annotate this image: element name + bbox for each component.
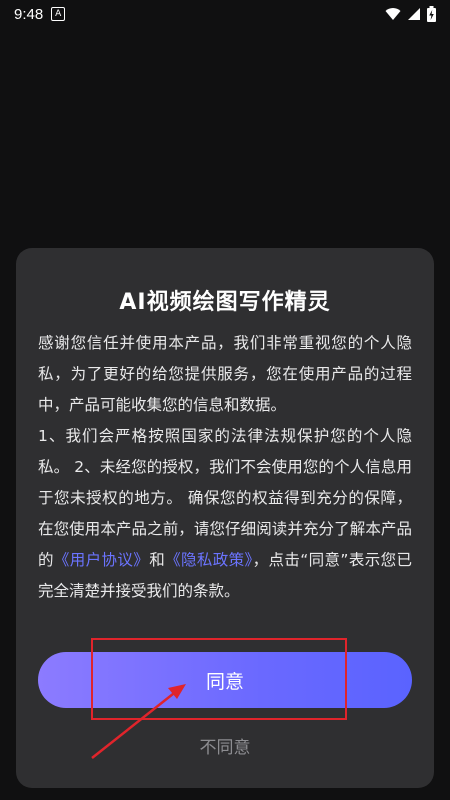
terms-text: 1、我们会严格按照国家的法律法规保护您的个人隐私。 2、未经您的授权，我们不会使…	[38, 427, 412, 569]
status-right	[385, 6, 436, 22]
and-text: 和	[149, 551, 166, 569]
user-agreement-link[interactable]: 《用户协议》	[54, 551, 149, 569]
status-bar: 9:48 A	[0, 0, 450, 28]
status-left: 9:48 A	[14, 5, 66, 23]
agree-button[interactable]: 同意	[38, 652, 412, 708]
wifi-icon	[385, 7, 401, 21]
signal-icon	[407, 7, 421, 21]
disagree-button[interactable]: 不同意	[16, 732, 434, 759]
status-time: 9:48	[14, 5, 44, 23]
intro-paragraph: 感谢您信任并使用本产品，我们非常重视您的个人隐私，为了更好的给您提供服务，您在使…	[38, 334, 412, 414]
privacy-policy-link[interactable]: 《隐私政策》	[165, 551, 253, 569]
dialog-title: AI视频绘图写作精灵	[119, 290, 331, 315]
battery-charging-icon	[427, 6, 436, 22]
notification-icon: A	[51, 7, 66, 21]
terms-paragraph: 1、我们会严格按照国家的法律法规保护您的个人隐私。 2、未经您的授权，我们不会使…	[38, 421, 412, 607]
dialog-body: 感谢您信任并使用本产品，我们非常重视您的个人隐私，为了更好的给您提供服务，您在使…	[38, 328, 412, 607]
screen: 9:48 A AI视频绘图写作精灵 感谢您信任并使用本产品，我们非常重视您的个人…	[0, 0, 450, 800]
privacy-dialog: AI视频绘图写作精灵 感谢您信任并使用本产品，我们非常重视您的个人隐私，为了更好…	[16, 248, 434, 788]
